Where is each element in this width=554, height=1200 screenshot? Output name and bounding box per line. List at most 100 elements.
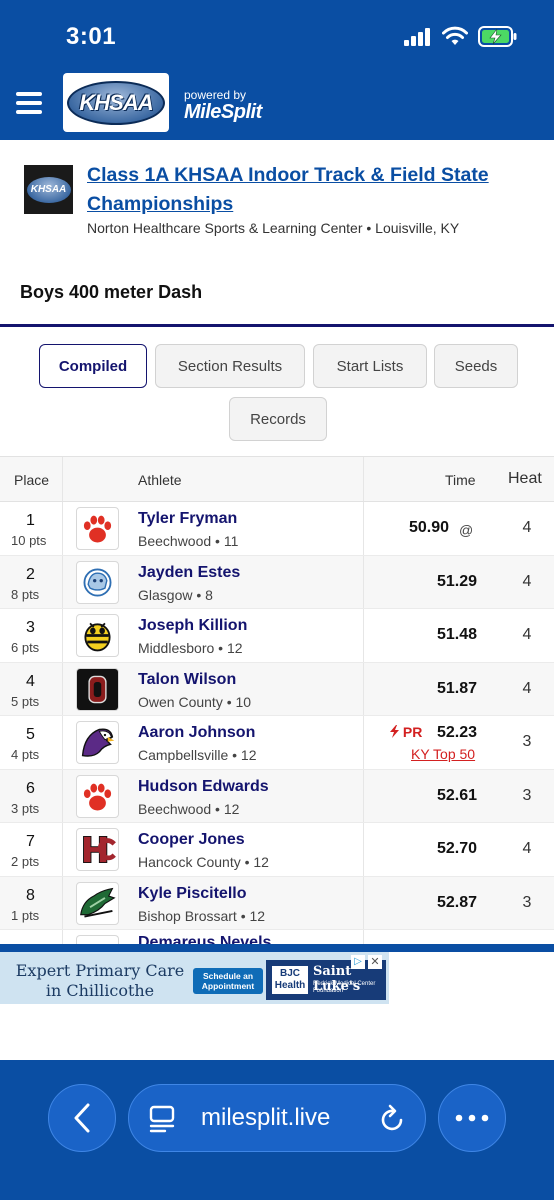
table-header: Place Athlete Time Heat bbox=[0, 456, 554, 502]
altitude-mark: @ bbox=[459, 522, 474, 538]
athlete-name-link[interactable]: Cooper Jones bbox=[138, 831, 245, 849]
school-grade: Hancock County • 12 bbox=[138, 854, 269, 870]
table-row: 5 4 pts Aaron Johnson Campbellsville • 1… bbox=[0, 716, 554, 770]
scotty-dog-icon[interactable] bbox=[76, 560, 119, 604]
points: 3 pts bbox=[11, 800, 40, 816]
athlete-name-link[interactable]: Joseph Killion bbox=[138, 617, 247, 635]
paw-icon[interactable] bbox=[76, 507, 119, 550]
more-button[interactable] bbox=[438, 1084, 506, 1152]
points: 10 pts bbox=[11, 533, 47, 548]
menu-icon[interactable] bbox=[16, 92, 42, 114]
divider bbox=[0, 324, 554, 327]
place: 5 bbox=[26, 726, 35, 743]
ad-banner[interactable]: Expert Primary Care in Chillicothe Sched… bbox=[0, 952, 389, 1004]
meet-title-link[interactable]: Class 1A KHSAA Indoor Track & Field Stat… bbox=[87, 161, 517, 219]
school-grade: Glasgow • 8 bbox=[138, 586, 213, 603]
khsaa-logo-text: KHSAA bbox=[79, 90, 153, 115]
points: 4 pts bbox=[11, 747, 40, 762]
status-time: 3:01 bbox=[66, 23, 117, 50]
ad-cta-button[interactable]: Schedule an Appointment bbox=[193, 968, 263, 994]
adchoices-icon[interactable]: ▷ bbox=[351, 955, 365, 969]
points: 2 pts bbox=[11, 854, 40, 869]
lightning-icon bbox=[390, 725, 399, 738]
hc-monogram-icon[interactable] bbox=[76, 828, 119, 871]
paw-icon[interactable] bbox=[76, 774, 119, 818]
heat-number: 4 bbox=[522, 840, 532, 857]
school-grade: Beechwood • 12 bbox=[138, 800, 240, 817]
place: 7 bbox=[26, 833, 35, 850]
result-time: 52.61 bbox=[436, 786, 477, 804]
table-row: 6 3 pts Hudson Edwards Beechwood • 12 52… bbox=[0, 769, 554, 823]
meet-venue: Norton Healthcare Sports & Learning Cent… bbox=[87, 220, 460, 236]
heat-number: 4 bbox=[522, 626, 532, 643]
reload-icon[interactable] bbox=[379, 1103, 407, 1133]
heat-number: 4 bbox=[522, 679, 532, 697]
athlete-name-link[interactable]: Kyle Piscitello bbox=[138, 885, 247, 903]
header-heat[interactable]: Heat bbox=[508, 470, 542, 488]
yellow-jacket-icon[interactable] bbox=[76, 614, 119, 657]
header-athlete[interactable]: Athlete bbox=[138, 472, 182, 488]
tab-start-lists[interactable]: Start Lists bbox=[313, 344, 427, 388]
ky-top50-link[interactable]: KY Top 50 bbox=[411, 746, 475, 762]
status-bar: 3:01 bbox=[0, 0, 554, 70]
school-grade: Middlesboro • 12 bbox=[138, 640, 243, 656]
place: 4 bbox=[26, 672, 35, 690]
result-time: 50.90 bbox=[408, 519, 449, 536]
header-place[interactable]: Place bbox=[14, 472, 49, 488]
tab-seeds[interactable]: Seeds bbox=[434, 344, 518, 388]
cellular-signal-icon bbox=[404, 28, 432, 46]
back-button[interactable] bbox=[48, 1084, 116, 1152]
athlete-name-link[interactable]: Talon Wilson bbox=[138, 671, 236, 689]
results-table: Place Athlete Time Heat 1 10 pts Tyler F… bbox=[0, 456, 554, 944]
table-row: 2 8 pts Jayden Estes Glasgow • 8 51.29 4 bbox=[0, 555, 554, 609]
result-time: 51.29 bbox=[436, 572, 477, 590]
heat-number: 4 bbox=[522, 519, 532, 536]
tab-records[interactable]: Records bbox=[229, 397, 327, 441]
place: 8 bbox=[26, 886, 35, 904]
points: 6 pts bbox=[11, 640, 40, 655]
bjc-logo: BJC Health bbox=[272, 966, 308, 994]
eagle-icon[interactable] bbox=[76, 721, 119, 764]
table-row: 3 6 pts Joseph Killion Middlesboro • 12 … bbox=[0, 609, 554, 663]
points: 5 pts bbox=[11, 693, 40, 709]
ad-sponsor-sub: Hedrick Medical Center Foundation bbox=[313, 981, 376, 994]
team-logo-icon[interactable] bbox=[76, 935, 119, 944]
khsaa-logo[interactable]: KHSAA bbox=[63, 73, 169, 132]
heat-number: 3 bbox=[522, 893, 532, 911]
powered-by-label: powered by bbox=[184, 88, 247, 102]
result-time: 52.70 bbox=[436, 840, 477, 857]
milesplit-logo[interactable]: MileSplit bbox=[184, 101, 262, 124]
reader-mode-icon[interactable] bbox=[149, 1105, 175, 1133]
result-time: 51.87 bbox=[436, 679, 477, 697]
athlete-name-link[interactable]: Aaron Johnson bbox=[138, 724, 255, 742]
ad-border bbox=[0, 944, 554, 952]
app-header: 3:01 KHSAA powered by MileSplit bbox=[0, 0, 554, 140]
letter-o-icon[interactable] bbox=[76, 667, 119, 711]
battery-charging-icon bbox=[478, 26, 517, 47]
wifi-icon bbox=[442, 26, 468, 45]
place: 6 bbox=[26, 779, 35, 797]
result-time: 52.23 bbox=[436, 724, 477, 741]
mustang-icon[interactable] bbox=[76, 881, 119, 925]
header-time[interactable]: Time bbox=[445, 472, 476, 488]
close-icon[interactable]: ✕ bbox=[368, 955, 382, 969]
place: 3 bbox=[26, 619, 35, 636]
meet-logo: KHSAA bbox=[24, 165, 73, 214]
athlete-name-link[interactable]: Hudson Edwards bbox=[138, 778, 269, 796]
table-row: 8 1 pts Kyle Piscitello Bishop Brossart … bbox=[0, 876, 554, 930]
athlete-name-link[interactable]: Jayden Estes bbox=[138, 564, 240, 582]
event-title: Boys 400 meter Dash bbox=[20, 282, 203, 302]
pr-label: PR bbox=[402, 724, 423, 740]
school-grade: Owen County • 10 bbox=[138, 693, 252, 710]
heat-number: 4 bbox=[522, 572, 532, 590]
athlete-name-link[interactable]: Demareus Nevels bbox=[138, 934, 271, 944]
table-row: 7 2 pts Cooper Jones Hancock County • 12… bbox=[0, 823, 554, 877]
athlete-name-link[interactable]: Tyler Fryman bbox=[138, 510, 237, 528]
school-grade: Bishop Brossart • 12 bbox=[138, 907, 266, 924]
meet-logo-text: KHSAA bbox=[30, 184, 67, 195]
table-row: Demareus Nevels bbox=[0, 930, 554, 944]
tab-section-results[interactable]: Section Results bbox=[155, 344, 305, 388]
more-dots-icon bbox=[455, 1114, 489, 1122]
tab-compiled[interactable]: Compiled bbox=[39, 344, 147, 388]
school-grade: Beechwood • 11 bbox=[138, 533, 239, 549]
